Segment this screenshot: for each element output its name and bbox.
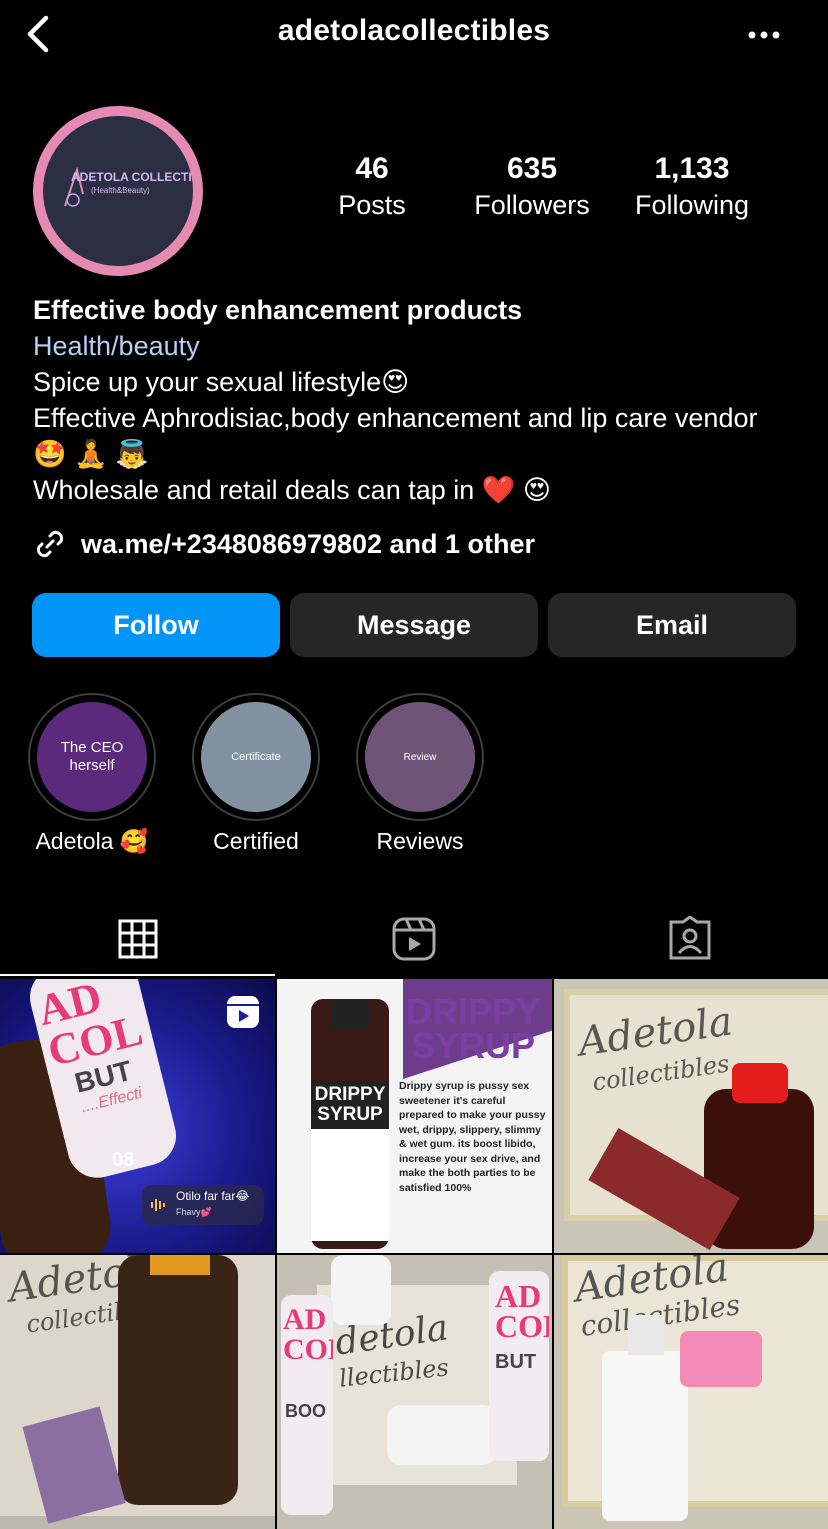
highlight-adetola[interactable]: The CEO herself bbox=[28, 693, 156, 821]
posts-count[interactable]: 46 Posts bbox=[297, 152, 447, 221]
more-options-button[interactable] bbox=[740, 20, 788, 50]
highlight-cover: Review bbox=[365, 702, 475, 812]
stat-label: Followers bbox=[474, 190, 590, 220]
ellipsis-icon bbox=[748, 31, 780, 39]
stat-value: 1,133 bbox=[654, 152, 730, 185]
profile-category[interactable]: Health/beauty bbox=[33, 328, 793, 364]
post-thumbnail-2[interactable]: DRIPPY SYRUP DRIPPY SYRUP Drippy syrup i… bbox=[277, 979, 552, 1253]
bottle-text: BOO bbox=[285, 1401, 327, 1421]
tab-reels[interactable] bbox=[276, 908, 552, 970]
bottle-text: COL bbox=[495, 1308, 549, 1344]
follow-button[interactable]: Follow bbox=[32, 593, 280, 657]
sticker-subtitle: Fhavy💕 bbox=[176, 1207, 212, 1217]
highlight-cover: The CEO herself bbox=[37, 702, 147, 812]
reels-icon bbox=[227, 996, 259, 1028]
post-thumbnail-5[interactable]: detola llectibles AD COL BOO AD COL BUT bbox=[277, 1255, 552, 1529]
bottle-text: AD bbox=[283, 1303, 327, 1336]
grid-icon bbox=[118, 919, 158, 959]
profile-link-text: wa.me/+2348086979802 and 1 other bbox=[81, 528, 536, 559]
syrup-bottle: DRIPPY SYRUP bbox=[311, 999, 389, 1249]
reel-indicator bbox=[226, 995, 260, 1029]
bio-line: Effective Aphrodisiac,body enhancement a… bbox=[33, 403, 758, 469]
highlight-certified[interactable]: Certificate bbox=[192, 693, 320, 821]
bio-line: Wholesale and retail deals can tap in ❤️… bbox=[33, 475, 552, 505]
bio-line: Spice up your sexual lifestyle😍 bbox=[33, 367, 410, 397]
profile-bio: Effective body enhancement products Heal… bbox=[33, 292, 793, 508]
reels-icon bbox=[392, 917, 436, 961]
following-count[interactable]: 1,133 Following bbox=[617, 152, 767, 221]
stat-value: 635 bbox=[506, 152, 558, 185]
sticker-title: Otilo far far😂 bbox=[176, 1189, 250, 1203]
followers-count[interactable]: 635 Followers bbox=[457, 152, 607, 221]
avatar-logo-subtext: (Health&Beauty) bbox=[91, 186, 150, 195]
post-thumbnail-6[interactable]: Adetola collectibles bbox=[554, 1255, 828, 1529]
link-icon bbox=[36, 530, 64, 558]
post-thumbnail-4[interactable]: Adetola collectibl bbox=[0, 1255, 275, 1529]
active-tab-indicator bbox=[0, 974, 275, 976]
product-bottle: AD COL BUT bbox=[489, 1271, 549, 1461]
music-sticker: Otilo far far😂 Fhavy💕 bbox=[142, 1185, 264, 1225]
stat-label: Following bbox=[634, 190, 750, 220]
bottle-text: AD bbox=[495, 1278, 542, 1314]
bottle-label: DRIPPY bbox=[314, 1084, 386, 1105]
message-button[interactable]: Message bbox=[290, 593, 538, 657]
tab-tagged[interactable] bbox=[552, 908, 828, 970]
bottle-number: 08 bbox=[112, 1149, 135, 1171]
bottle-label: SYRUP bbox=[317, 1104, 383, 1125]
avatar-logo-text: ADETOLA COLLECTIBLES bbox=[71, 170, 193, 184]
tab-posts[interactable] bbox=[0, 908, 276, 970]
profile-username: adetolacollectibles bbox=[277, 14, 551, 47]
bottle-text: COL bbox=[283, 1333, 333, 1366]
highlight-cover: Certificate bbox=[201, 702, 311, 812]
post-thumbnail-1[interactable]: AD COL BUT ....Effecti 08 Otilo far far😂… bbox=[0, 979, 275, 1253]
highlight-reviews[interactable]: Review bbox=[356, 693, 484, 821]
audio-wave-icon bbox=[151, 1199, 165, 1211]
post-title: SYRUP bbox=[410, 1025, 536, 1066]
highlight-label: Reviews bbox=[376, 828, 464, 854]
email-button[interactable]: Email bbox=[548, 593, 796, 657]
post-title: DRIPPY bbox=[405, 991, 541, 1032]
stat-value: 46 bbox=[355, 152, 389, 185]
tagged-icon bbox=[669, 916, 711, 960]
post-description: Drippy syrup is pussy sex sweetener it's… bbox=[399, 1080, 546, 1194]
profile-avatar[interactable]: ADETOLA COLLECTIBLES (Health&Beauty) bbox=[33, 106, 203, 276]
highlight-label: Adetola 🥰 bbox=[35, 828, 149, 854]
highlight-label: Certified bbox=[213, 828, 299, 854]
profile-link[interactable]: wa.me/+2348086979802 and 1 other bbox=[33, 524, 535, 564]
profile-name: Effective body enhancement products bbox=[33, 295, 523, 325]
product-bottle: AD COL BOO bbox=[281, 1295, 333, 1515]
post-thumbnail-3[interactable]: Adetola collectibles bbox=[554, 979, 828, 1253]
bottle-text: BUT bbox=[495, 1351, 537, 1373]
stat-label: Posts bbox=[338, 190, 406, 220]
